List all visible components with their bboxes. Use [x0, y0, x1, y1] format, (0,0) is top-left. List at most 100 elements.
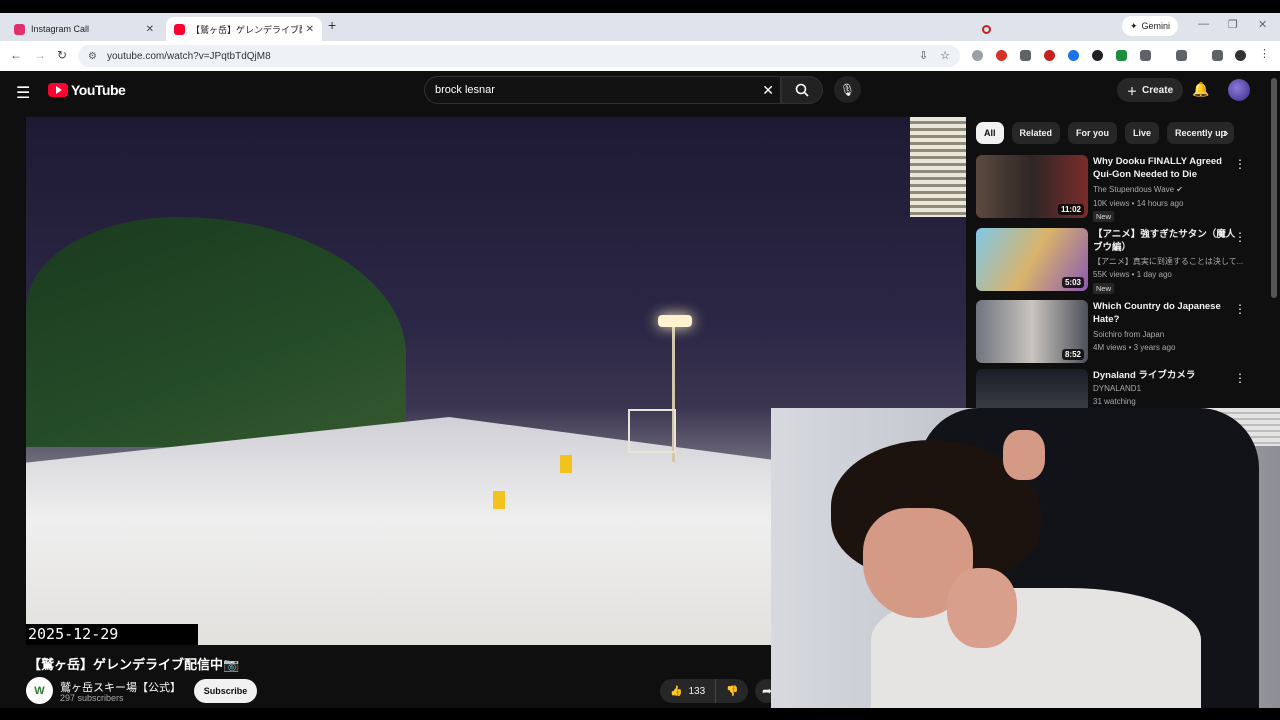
- extension-icon[interactable]: [972, 50, 983, 61]
- extension-icon[interactable]: [1068, 50, 1079, 61]
- recommendation-channel[interactable]: The Stupendous Wave ✔: [1093, 185, 1245, 194]
- extension-icon[interactable]: [1044, 50, 1055, 61]
- webcam-person-fist: [947, 568, 1017, 648]
- more-options-icon[interactable]: ⋮: [1234, 157, 1246, 171]
- window-close-button[interactable]: ✕: [1258, 18, 1267, 31]
- video-scene-trees: [26, 217, 406, 447]
- recommendation-meta: 31 watching: [1093, 397, 1136, 406]
- duration-badge: 8:52: [1061, 349, 1084, 360]
- channel-avatar[interactable]: W: [26, 677, 53, 704]
- like-button[interactable]: 👍 133: [660, 679, 717, 703]
- webcam-overlay: [771, 408, 1280, 708]
- url-text: youtube.com/watch?v=JPqtbTdQjM8: [106, 50, 271, 62]
- adblock-icon[interactable]: [996, 50, 1007, 61]
- video-timestamp-overlay: 2025-12-29 20:17:25: [26, 624, 198, 645]
- extension-icon[interactable]: [1020, 50, 1031, 61]
- video-thumbnail[interactable]: 5:03: [976, 228, 1088, 291]
- extension-icon[interactable]: [1116, 50, 1127, 61]
- tab-label: 【鷲ヶ岳】ゲレンデライブ配信中📷 -: [191, 24, 302, 35]
- forward-button[interactable]: →: [34, 48, 46, 62]
- new-tab-button[interactable]: +: [328, 17, 336, 33]
- search-icon: [795, 83, 809, 97]
- video-thumbnail[interactable]: [976, 369, 1088, 408]
- recommendation-title[interactable]: Why Dooku FINALLY Agreed Qui-Gon Needed …: [1093, 155, 1243, 181]
- subscribe-button[interactable]: Subscribe: [194, 679, 257, 703]
- video-title: 【鷲ヶ岳】ゲレンデライブ配信中📷: [28, 657, 240, 672]
- reading-list-icon[interactable]: [1212, 50, 1223, 61]
- chip-for-you[interactable]: For you: [1068, 122, 1118, 144]
- tab-search-icon[interactable]: [1176, 50, 1187, 61]
- logo-text: YouTube: [71, 82, 126, 98]
- subscriber-count: 297 subscribers: [60, 693, 124, 703]
- maximize-button[interactable]: ❐: [1228, 18, 1238, 31]
- recommendation-item[interactable]: 11:02 Why Dooku FINALLY Agreed Qui-Gon N…: [976, 155, 1266, 222]
- chevron-right-icon[interactable]: ›: [1224, 125, 1228, 140]
- like-dislike-group: 👍 133 👎: [660, 679, 748, 703]
- search-input[interactable]: brock lesnar ✕: [424, 76, 781, 104]
- video-scene-flag: [560, 455, 572, 473]
- more-options-icon[interactable]: ⋮: [1234, 302, 1246, 316]
- back-button[interactable]: ←: [10, 48, 22, 62]
- bookmark-star-icon[interactable]: ☆: [940, 49, 950, 62]
- microphone-icon: 🎙: [839, 82, 856, 97]
- video-scene-flag: [493, 491, 505, 509]
- video-thumbnail[interactable]: 8:52: [976, 300, 1088, 363]
- tab-instagram-call[interactable]: Instagram Call ✕: [6, 17, 991, 41]
- clear-search-icon[interactable]: ✕: [762, 82, 774, 99]
- minimize-button[interactable]: —: [1198, 18, 1209, 30]
- address-bar-row: ← → ↻ ⚙ youtube.com/watch?v=JPqtbTdQjM8 …: [0, 41, 1280, 71]
- plus-icon: ＋: [1127, 86, 1137, 98]
- recommendation-item[interactable]: 5:03 【アニメ】強すぎたサタン（魔人ブウ編） 【アニメ】真実に到達することは…: [976, 228, 1266, 294]
- recommendation-title[interactable]: Which Country do Japanese Hate?: [1093, 300, 1243, 326]
- install-icon[interactable]: ⇩: [919, 49, 928, 62]
- chip-all[interactable]: All: [976, 122, 1004, 144]
- dislike-button[interactable]: 👎: [716, 686, 748, 697]
- recommendation-title[interactable]: Dynaland ライブカメラ: [1093, 369, 1243, 382]
- close-icon[interactable]: ✕: [306, 24, 314, 35]
- youtube-favicon-icon: [174, 23, 185, 35]
- create-label: Create: [1142, 84, 1174, 96]
- more-options-icon[interactable]: ⋮: [1234, 371, 1246, 385]
- site-info-icon[interactable]: ⚙: [88, 51, 97, 62]
- youtube-logo[interactable]: YouTube: [48, 82, 126, 98]
- os-top-bar: [0, 0, 1280, 13]
- search-query: brock lesnar: [435, 84, 495, 96]
- gemini-button[interactable]: ✦ Gemini: [1122, 16, 1179, 36]
- gemini-label: Gemini: [1141, 21, 1171, 31]
- filter-chips: All Related For you Live Recently up: [976, 122, 1235, 144]
- thumbs-up-icon: 👍: [670, 685, 683, 697]
- youtube-play-icon: [48, 83, 68, 97]
- recommendation-item[interactable]: 8:52 Which Country do Japanese Hate? Soi…: [976, 300, 1266, 366]
- voice-search-button[interactable]: 🎙: [834, 76, 861, 103]
- new-badge: New: [1093, 211, 1115, 222]
- tab-youtube-live[interactable]: 【鷲ヶ岳】ゲレンデライブ配信中📷 - ✕: [166, 17, 322, 41]
- recommendation-meta: 55K views • 1 day ago: [1093, 270, 1172, 279]
- recommendation-item[interactable]: Dynaland ライブカメラ DYNALAND1 31 watching ⋮: [976, 369, 1266, 408]
- menu-icon[interactable]: ☰: [16, 83, 30, 103]
- account-avatar[interactable]: [1228, 79, 1250, 101]
- recording-icon: [982, 24, 991, 34]
- recommendation-title[interactable]: 【アニメ】強すぎたサタン（魔人ブウ編）: [1093, 228, 1243, 254]
- create-button[interactable]: ＋ Create: [1117, 78, 1184, 102]
- browser-menu-icon[interactable]: ⋮: [1259, 47, 1270, 60]
- recommendation-channel[interactable]: DYNALAND1: [1093, 384, 1245, 393]
- youtube-header: ☰ YouTube brock lesnar ✕ 🎙 ＋ Create 🔔: [0, 71, 1280, 111]
- profile-avatar-icon[interactable]: [1235, 50, 1246, 61]
- reload-button[interactable]: ↻: [57, 48, 67, 62]
- shield-icon[interactable]: [1092, 50, 1103, 61]
- video-thumbnail[interactable]: 11:02: [976, 155, 1088, 218]
- search-button[interactable]: [781, 76, 823, 104]
- recommendation-channel[interactable]: Soichiro from Japan: [1093, 330, 1245, 339]
- puzzle-icon[interactable]: [1140, 50, 1151, 61]
- notifications-bell-icon[interactable]: 🔔: [1192, 81, 1209, 98]
- recommendation-channel[interactable]: 【アニメ】真実に到達することは決して...: [1093, 256, 1245, 267]
- page-scrollbar[interactable]: [1271, 78, 1277, 298]
- close-icon[interactable]: ✕: [146, 24, 154, 35]
- chip-related[interactable]: Related: [1011, 122, 1061, 144]
- video-scene-lift-stand: [628, 409, 676, 453]
- webcam-person-fist: [1003, 430, 1045, 480]
- url-field[interactable]: ⚙ youtube.com/watch?v=JPqtbTdQjM8 ⇩ ☆: [78, 45, 960, 67]
- chip-live[interactable]: Live: [1125, 122, 1160, 144]
- more-options-icon[interactable]: ⋮: [1234, 230, 1246, 244]
- sparkle-icon: ✦: [1130, 20, 1138, 31]
